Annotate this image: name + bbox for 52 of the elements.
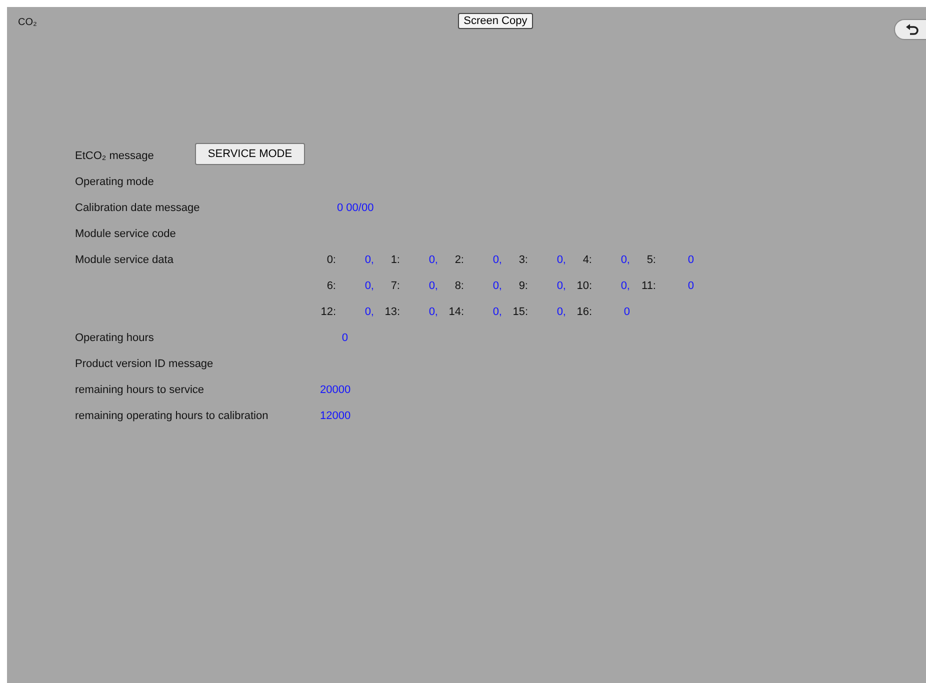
value-text: 0	[340, 331, 348, 346]
data-index: 1:	[390, 253, 401, 268]
data-index: 15:	[512, 305, 529, 320]
data-value: 0,	[620, 279, 630, 294]
calibration-date: 0 00/00	[337, 202, 374, 214]
field-label: Calibration date message	[75, 201, 200, 216]
data-value: 0,	[364, 305, 374, 320]
service-mode-button[interactable]: SERVICE MODE	[195, 143, 305, 165]
back-icon	[904, 24, 919, 36]
data-value: 0	[686, 279, 694, 294]
data-value: 0	[622, 305, 630, 320]
data-index: 11:	[640, 279, 657, 294]
data-index: 9:	[518, 279, 529, 294]
data-value: 0,	[556, 305, 566, 320]
screen-copy-button[interactable]: Screen Copy	[458, 13, 534, 29]
field-label: remaining operating hours to calibration	[75, 409, 268, 424]
field-label: Module service code	[75, 227, 176, 242]
data-index: 10:	[576, 279, 593, 294]
field-label: Module service data	[75, 253, 174, 268]
value-text: 20000	[320, 383, 348, 398]
data-value: 0,	[556, 253, 566, 268]
field-label: EtCO₂ message	[75, 149, 154, 164]
data-index: 14:	[448, 305, 465, 320]
data-index: 2:	[454, 253, 465, 268]
data-index: 3:	[518, 253, 529, 268]
data-value: 0,	[428, 253, 438, 268]
data-value: 0,	[556, 279, 566, 294]
data-index: 7:	[390, 279, 401, 294]
field-label: Operating hours	[75, 331, 154, 346]
data-value: 0,	[428, 279, 438, 294]
data-value: 0,	[620, 253, 630, 268]
data-value: 0,	[492, 305, 502, 320]
data-value: 0,	[492, 279, 502, 294]
data-index: 4:	[582, 253, 593, 268]
data-index: 12:	[320, 305, 337, 320]
field-label: Product version ID message	[75, 357, 214, 372]
data-index: 0:	[326, 253, 337, 268]
data-value: 0,	[364, 279, 374, 294]
data-index: 6:	[326, 279, 337, 294]
field-label: remaining hours to service	[75, 383, 204, 398]
back-button[interactable]	[894, 19, 926, 40]
data-value: 0,	[364, 253, 374, 268]
data-value: 0	[686, 253, 694, 268]
data-index: 5:	[646, 253, 657, 268]
data-index: 8:	[454, 279, 465, 294]
field-label: Operating mode	[75, 175, 154, 190]
screen-title: CO₂	[18, 17, 37, 28]
data-value: 0,	[492, 253, 502, 268]
data-index: 13:	[384, 305, 401, 320]
value-text: 12000	[320, 409, 348, 424]
data-index: 16:	[576, 305, 593, 320]
data-value: 0,	[428, 305, 438, 320]
